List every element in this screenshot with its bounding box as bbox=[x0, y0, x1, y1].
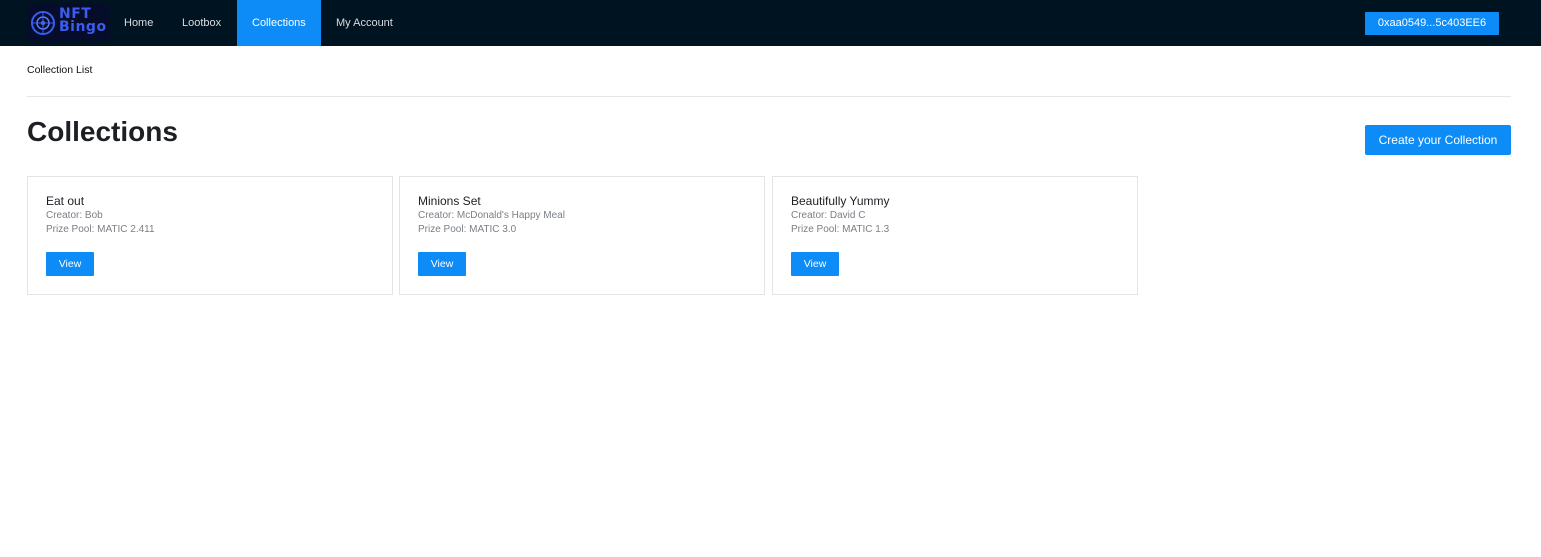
logo-line-2: Bingo bbox=[59, 19, 107, 35]
collection-card: Minions Set Creator: McDonald's Happy Me… bbox=[399, 176, 765, 295]
view-button[interactable]: View bbox=[418, 252, 466, 276]
view-button[interactable]: View bbox=[791, 252, 839, 276]
page-title: Collections bbox=[27, 116, 178, 147]
nav-item-my-account[interactable]: My Account bbox=[321, 0, 408, 46]
nav-item-collections[interactable]: Collections bbox=[237, 0, 321, 46]
breadcrumb: Collection List bbox=[27, 64, 93, 76]
divider bbox=[27, 96, 1511, 97]
collection-card: Eat out Creator: Bob Prize Pool: MATIC 2… bbox=[27, 176, 393, 295]
bingo-ball-icon bbox=[31, 11, 55, 35]
collection-name: Eat out bbox=[46, 194, 85, 208]
create-collection-button[interactable]: Create your Collection bbox=[1365, 125, 1511, 155]
top-navbar: NFT Bingo Home Lootbox Collections My Ac… bbox=[0, 0, 1541, 46]
collection-creator: Creator: McDonald's Happy Meal bbox=[418, 210, 565, 221]
nft-bingo-logo[interactable]: NFT Bingo bbox=[27, 4, 109, 42]
collection-creator: Creator: David C bbox=[791, 210, 866, 221]
nav-item-lootbox[interactable]: Lootbox bbox=[167, 0, 236, 46]
collection-name: Beautifully Yummy bbox=[791, 194, 890, 208]
collection-card: Beautifully Yummy Creator: David C Prize… bbox=[772, 176, 1138, 295]
collection-name: Minions Set bbox=[418, 194, 481, 208]
view-button[interactable]: View bbox=[46, 252, 94, 276]
logo-text: NFT Bingo bbox=[59, 7, 107, 35]
collection-prize-pool: Prize Pool: MATIC 1.3 bbox=[791, 224, 890, 235]
collection-prize-pool: Prize Pool: MATIC 2.411 bbox=[46, 224, 155, 235]
collection-prize-pool: Prize Pool: MATIC 3.0 bbox=[418, 224, 517, 235]
collection-creator: Creator: Bob bbox=[46, 210, 103, 221]
nav-item-home[interactable]: Home bbox=[109, 0, 168, 46]
wallet-address-button[interactable]: 0xaa0549...5c403EE6 bbox=[1365, 12, 1499, 35]
